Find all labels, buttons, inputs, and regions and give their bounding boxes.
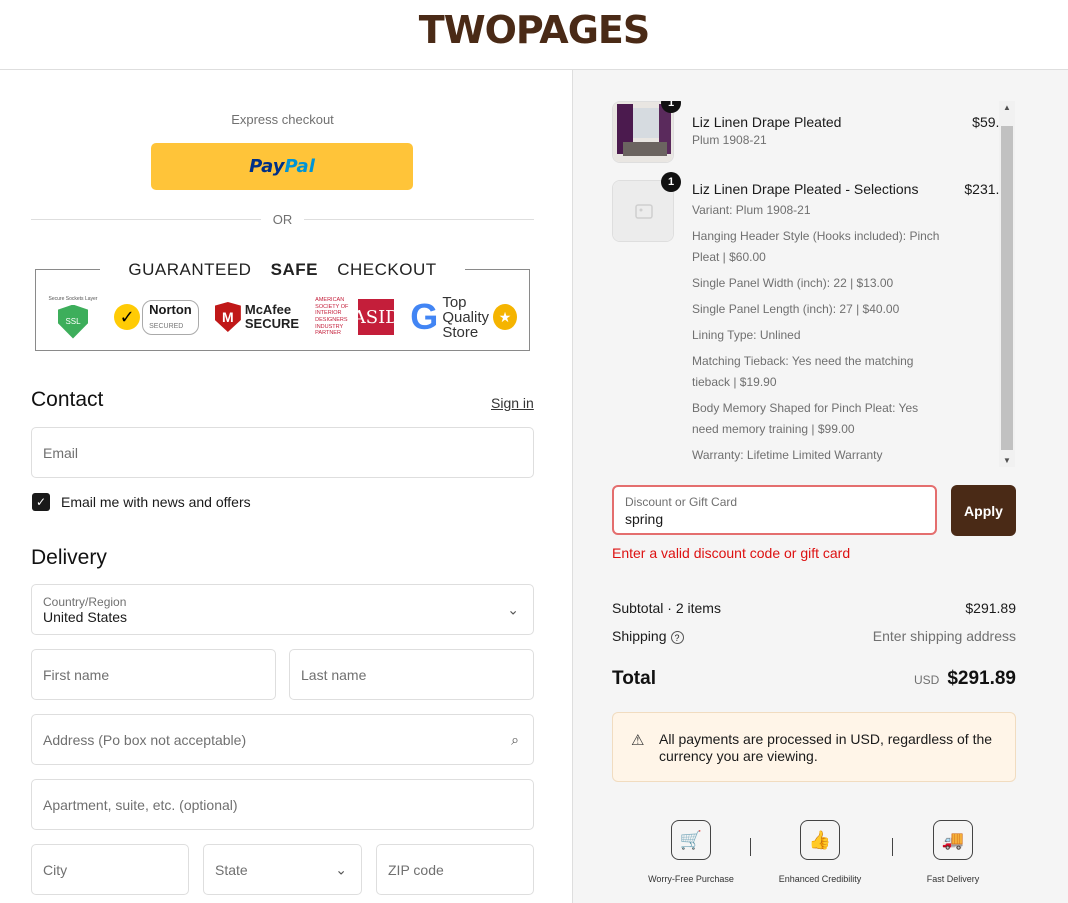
item-name: Liz Linen Drape Pleated: [692, 114, 842, 130]
google-logo-icon: G: [410, 296, 439, 337]
scroll-up-arrow-icon[interactable]: ▲: [1003, 103, 1011, 112]
medal-icon: ★: [493, 304, 517, 330]
item-detail-memory: Body Memory Shaped for Pinch Pleat: Yes …: [692, 401, 919, 436]
contact-heading: Contact: [31, 388, 104, 411]
norton-badge: ✓ Norton SECURED: [114, 299, 199, 335]
item-variant: Plum 1908-21: [692, 133, 767, 147]
first-name-field[interactable]: First name: [31, 649, 276, 700]
shipping-label: Shipping: [612, 628, 667, 644]
asid-badge: AMERICAN SOCIETY OF INTERIOR DESIGNERS IN…: [315, 297, 400, 337]
chevron-down-icon: ⌄: [335, 861, 347, 877]
warning-icon: ⚠: [631, 732, 645, 749]
subtotal-row: Subtotal · 2 items $291.89: [612, 600, 1016, 616]
state-select[interactable]: State ⌄: [203, 844, 362, 895]
divider: [892, 838, 893, 856]
search-icon: ⌕: [511, 731, 519, 747]
divider: [750, 838, 751, 856]
asid-logo: ASID: [353, 299, 400, 335]
express-checkout-label: Express checkout: [231, 112, 334, 127]
item-detail-length: Single Panel Length (inch): 27 | $40.00: [692, 302, 900, 316]
feature-worry-free: 🛒 Worry-Free Purchase: [636, 820, 746, 884]
subtotal-value: $291.89: [965, 600, 1016, 616]
paypal-logo-part1: Pay: [249, 156, 285, 177]
zip-code-field[interactable]: ZIP code: [376, 844, 534, 895]
paypal-logo-part2: Pal: [284, 156, 315, 177]
safe-checkout-badge: GUARANTEED SAFE CHECKOUT Secure Sockets …: [35, 260, 530, 351]
item-detail-width: Single Panel Width (inch): 22 | $13.00: [692, 276, 894, 290]
mcafee-badge: M McAfee SECURE: [214, 302, 299, 332]
mcafee-shield-icon: M: [214, 302, 241, 332]
item-detail-header: Hanging Header Style (Hooks included): P…: [692, 229, 940, 264]
newsletter-option[interactable]: ✓ Email me with news and offers: [32, 493, 251, 511]
total-label: Total: [612, 668, 656, 689]
checkout-form-panel: Express checkout Pay Pal OR GUARANTEED SA…: [0, 70, 572, 903]
ssl-badge: Secure Sockets Layer SSL: [48, 296, 98, 339]
delivery-truck-icon: 🚚: [933, 820, 973, 860]
ssl-shield-icon: SSL: [58, 304, 88, 339]
discount-code-field[interactable]: Discount or Gift Card spring: [612, 485, 937, 535]
paypal-button[interactable]: Pay Pal: [151, 143, 413, 190]
scroll-down-arrow-icon[interactable]: ▼: [1003, 456, 1011, 465]
feature-credibility: 👍 Enhanced Credibility: [765, 820, 875, 884]
badge-title: GUARANTEED SAFE CHECKOUT: [36, 260, 529, 280]
header: TWOPAGES: [0, 0, 1068, 70]
apply-discount-button[interactable]: Apply: [951, 485, 1016, 536]
total-amount: $291.89: [947, 668, 1016, 689]
newsletter-label: Email me with news and offers: [61, 494, 251, 510]
help-icon[interactable]: ?: [670, 631, 684, 644]
newsletter-checkbox[interactable]: ✓: [32, 493, 50, 511]
discount-error-message: Enter a valid discount code or gift card: [612, 545, 851, 561]
cart-items-list: 1 Liz Linen Drape Pleated $59.99 Plum 19…: [612, 101, 1015, 467]
last-name-field[interactable]: Last name: [289, 649, 534, 700]
item-detail-lining: Lining Type: Unlined: [692, 328, 801, 342]
currency-code: USD: [913, 673, 940, 687]
feature-fast-delivery: 🚚 Fast Delivery: [898, 820, 1008, 884]
delivery-heading: Delivery: [31, 546, 107, 569]
subtotal-label: Subtotal · 2 items: [612, 600, 721, 616]
item-detail-variant: Variant: Plum 1908-21: [692, 203, 811, 217]
scrollbar-thumb[interactable]: [1001, 126, 1013, 450]
google-top-quality-badge: G Top Quality Store ★: [410, 295, 517, 340]
shipping-row: Shipping? Enter shipping address: [612, 628, 1016, 644]
thumbs-up-shield-icon: 👍: [800, 820, 840, 860]
notice-text: All payments are processed in USD, regar…: [659, 731, 993, 764]
email-field[interactable]: Email: [31, 427, 534, 478]
or-divider: OR: [31, 212, 534, 227]
chevron-down-icon: ⌄: [507, 601, 519, 617]
total-row: Total USD $291.89: [612, 668, 1016, 690]
item-name: Liz Linen Drape Pleated - Selections: [692, 181, 919, 197]
shipping-value: Enter shipping address: [872, 628, 1016, 644]
norton-check-icon: ✓: [114, 304, 141, 330]
sign-in-link[interactable]: Sign in: [491, 395, 534, 411]
address-field[interactable]: Address (Po box not acceptable) ⌕: [31, 714, 534, 765]
apartment-field[interactable]: Apartment, suite, etc. (optional): [31, 779, 534, 830]
item-detail-tieback: Matching Tieback: Yes need the matching …: [692, 354, 914, 389]
country-select[interactable]: Country/Region United States ⌄: [31, 584, 534, 635]
city-field[interactable]: City: [31, 844, 189, 895]
quantity-badge: 1: [661, 172, 681, 192]
currency-notice: ⚠ All payments are processed in USD, reg…: [612, 712, 1016, 782]
item-detail-warranty: Warranty: Lifetime Limited Warranty: [692, 448, 883, 462]
store-logo[interactable]: TWOPAGES: [0, 8, 1068, 52]
order-summary-panel: 1 Liz Linen Drape Pleated $59.99 Plum 19…: [572, 70, 1068, 903]
cart-icon: 🛒: [671, 820, 711, 860]
or-label: OR: [272, 212, 293, 227]
